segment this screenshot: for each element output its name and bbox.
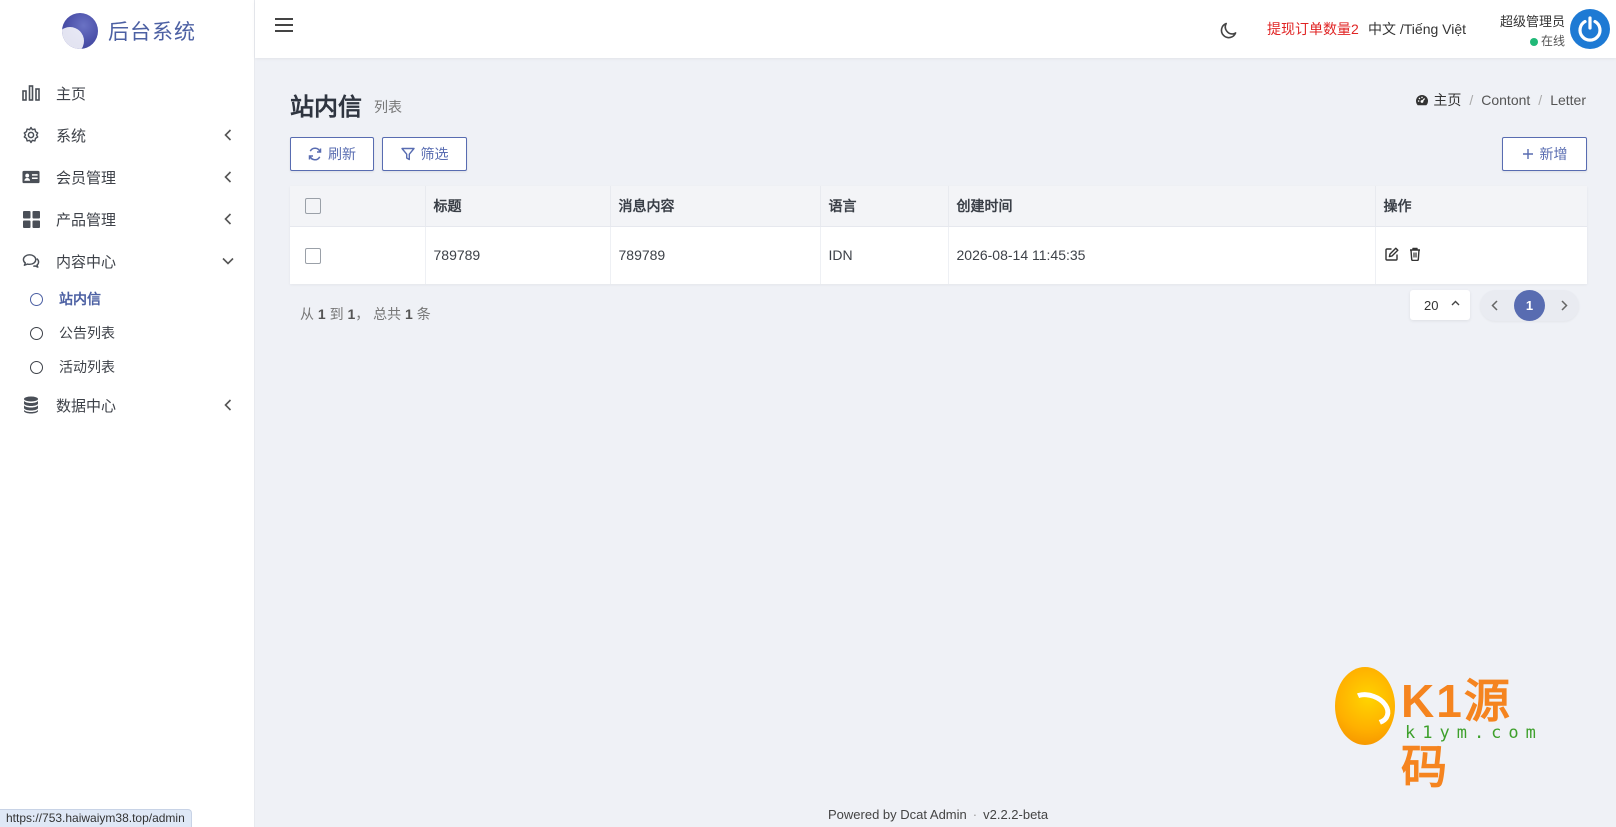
circle-icon <box>30 360 43 374</box>
prev-page-chevron-icon[interactable] <box>1486 297 1504 315</box>
chevron-up-icon <box>1451 300 1460 306</box>
user-name: 超级管理员 <box>1499 14 1565 29</box>
sidebar-subitem-label: 站内信 <box>59 291 101 307</box>
gear-icon <box>22 126 40 144</box>
circle-icon <box>30 326 43 340</box>
breadcrumb-item-current: Letter <box>1550 92 1586 108</box>
top-navbar: 提现订单数量2 中文 /Tiếng Việt 超级管理员 在线 <box>255 0 1616 58</box>
filter-button[interactable]: 筛选 <box>382 137 467 171</box>
sidebar-menu: 主页 系统 会员管理 产品管理 内容中心 站内信 公告列表 活动列表 数据中心 <box>0 72 254 426</box>
chevron-down-icon <box>222 255 234 267</box>
row-select-cell <box>290 226 426 284</box>
breadcrumb: 主页 / Contont / Letter <box>1415 90 1586 110</box>
watermark-ball-icon <box>1335 667 1395 745</box>
dashboard-icon <box>1416 94 1429 105</box>
footer-version: v2.2.2-beta <box>983 807 1049 822</box>
sidebar-item-content-center[interactable]: 内容中心 <box>0 240 254 282</box>
bar-chart-icon <box>22 84 40 102</box>
cell-language: IDN <box>820 226 949 284</box>
sidebar-item-label: 系统 <box>56 127 87 145</box>
chevron-left-icon <box>222 171 234 183</box>
footer-powered-by: Powered by Dcat Admin · v2.2.2-beta <box>828 807 1049 822</box>
brand-title: 后台系统 <box>108 21 196 44</box>
sidebar-subitem-activities[interactable]: 活动列表 <box>0 350 254 384</box>
column-header-title[interactable]: 标题 <box>425 186 611 227</box>
sidebar-item-home[interactable]: 主页 <box>0 72 254 114</box>
page-subtitle: 列表 <box>374 99 402 115</box>
dark-mode-moon-icon[interactable] <box>1219 20 1239 40</box>
watermark-logo: K1源码 k1ym.com <box>1335 665 1545 793</box>
row-checkbox[interactable] <box>305 247 321 264</box>
column-header-language[interactable]: 语言 <box>820 186 949 227</box>
user-info[interactable]: 超级管理员 在线 <box>1485 11 1565 49</box>
refresh-button[interactable]: 刷新 <box>290 137 374 171</box>
select-all-header <box>290 186 426 227</box>
breadcrumb-home[interactable]: 主页 <box>1415 90 1461 110</box>
filter-icon <box>400 147 415 161</box>
table-header-row: 标题 消息内容 语言 创建时间 操作 <box>290 186 1587 227</box>
sidebar-item-members[interactable]: 会员管理 <box>0 156 254 198</box>
user-status: 在线 <box>1485 32 1565 49</box>
chevron-left-icon <box>222 213 234 225</box>
select-all-checkbox[interactable] <box>305 198 321 215</box>
breadcrumb-item[interactable]: Contont <box>1481 92 1530 108</box>
table-row: 789789 789789 IDN 2026-08-14 11:45:35 <box>290 226 1587 284</box>
database-icon <box>22 396 40 414</box>
online-dot-icon <box>1529 37 1538 46</box>
pagination-summary: 从 1 到 1， 总共 1 条 <box>300 306 431 322</box>
sidebar-item-label: 内容中心 <box>56 253 117 271</box>
column-header-actions: 操作 <box>1375 186 1587 227</box>
chevron-left-icon <box>222 129 234 141</box>
next-page-chevron-icon[interactable] <box>1555 297 1573 315</box>
column-header-created-at[interactable]: 创建时间 <box>948 186 1376 227</box>
sidebar-subitem-label: 活动列表 <box>59 359 115 375</box>
trash-icon[interactable] <box>1407 246 1423 262</box>
pagination: 1 <box>1480 290 1579 321</box>
circle-icon <box>30 292 43 306</box>
column-header-content[interactable]: 消息内容 <box>610 186 821 227</box>
letters-table: 标题 消息内容 语言 创建时间 操作 789789 789789 IDN 202… <box>290 186 1587 284</box>
footer-product-link[interactable]: Dcat Admin <box>900 807 966 822</box>
sidebar-item-label: 数据中心 <box>56 397 117 415</box>
cell-content: 789789 <box>610 226 821 284</box>
id-card-icon <box>22 168 40 186</box>
watermark-url: k1ym.com <box>1405 723 1543 743</box>
sidebar-item-products[interactable]: 产品管理 <box>0 198 254 240</box>
sidebar-subitem-letter[interactable]: 站内信 <box>0 282 254 316</box>
submenu-content-center: 站内信 公告列表 活动列表 <box>0 282 254 384</box>
page-number-current[interactable]: 1 <box>1514 290 1545 321</box>
sidebar-item-data-center[interactable]: 数据中心 <box>0 384 254 426</box>
page-title: 站内信 <box>290 94 362 121</box>
sidebar-item-label: 主页 <box>56 85 87 103</box>
edit-icon[interactable] <box>1384 246 1400 262</box>
brand-logo-icon <box>62 13 98 49</box>
chevron-left-icon <box>222 399 234 411</box>
cell-title: 789789 <box>425 226 611 284</box>
per-page-select[interactable]: 20 <box>1410 290 1470 320</box>
avatar[interactable] <box>1570 9 1610 49</box>
sidebar-item-label: 会员管理 <box>56 169 117 187</box>
cell-actions <box>1375 226 1587 284</box>
sidebar: 后台系统 主页 系统 会员管理 产品管理 内容中心 站内信 公告列表 活动列表 … <box>0 0 255 827</box>
breadcrumb-separator: / <box>1469 92 1474 108</box>
chat-icon <box>22 252 40 270</box>
plus-icon <box>1522 149 1533 159</box>
language-switcher[interactable]: 中文 /Tiếng Việt <box>1368 19 1466 39</box>
grid-icon <box>22 210 40 228</box>
withdraw-orders-alert[interactable]: 提现订单数量2 <box>1267 19 1359 39</box>
refresh-icon <box>308 147 322 161</box>
cell-created-at: 2026-08-14 11:45:35 <box>948 226 1376 284</box>
sidebar-subitem-label: 公告列表 <box>59 325 115 341</box>
brand[interactable]: 后台系统 <box>0 0 254 62</box>
add-new-button[interactable]: 新增 <box>1502 137 1587 171</box>
sidebar-item-label: 产品管理 <box>56 211 117 229</box>
menu-toggle-icon[interactable] <box>275 18 293 34</box>
sidebar-subitem-announcements[interactable]: 公告列表 <box>0 316 254 350</box>
browser-status-url: https://753.haiwaiym38.top/admin <box>0 809 192 827</box>
breadcrumb-separator: / <box>1538 92 1543 108</box>
sidebar-item-system[interactable]: 系统 <box>0 114 254 156</box>
